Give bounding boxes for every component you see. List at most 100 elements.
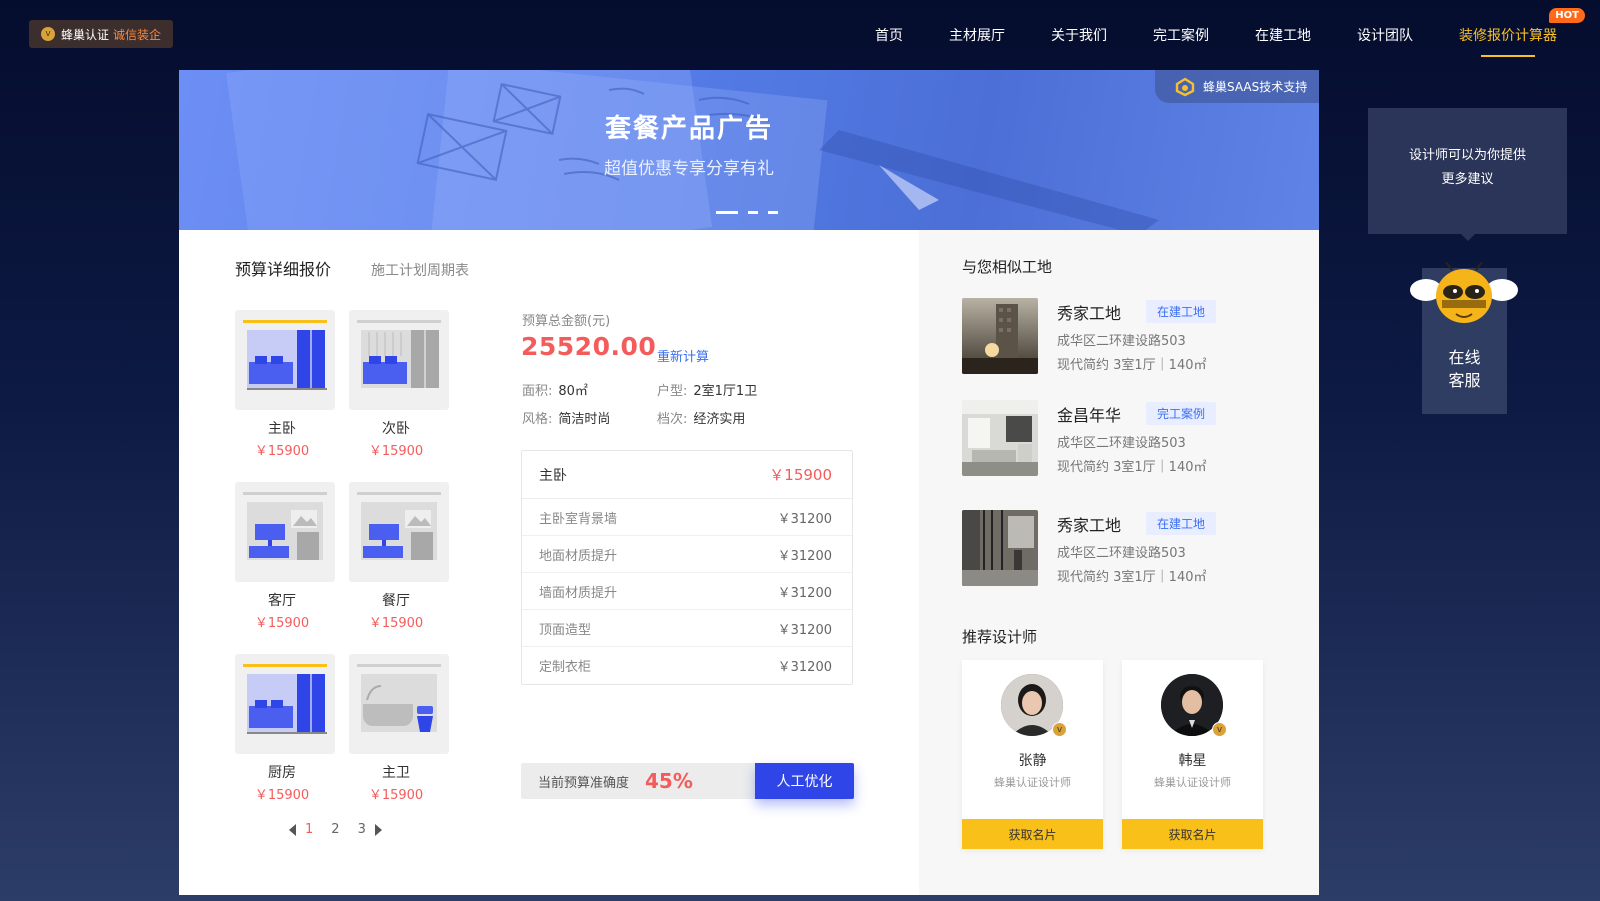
saas-label: 蜂巢SAAS技术支持 <box>1203 80 1308 94</box>
room-card[interactable]: 客厅 ￥15900 <box>235 482 335 631</box>
recalculate-link[interactable]: 重新计算 <box>657 346 709 365</box>
room-price: ￥15900 <box>368 788 424 803</box>
site-status-tag: 完工案例 <box>1146 402 1217 425</box>
bedroom-illustration <box>235 310 335 410</box>
room-price: ￥15900 <box>368 616 424 631</box>
spec-value: 2室1厅1卫 <box>693 384 758 399</box>
site-item[interactable]: 秀家工地 在建工地 成华区二环建设路503 现代简约 3室1厅｜140㎡ <box>962 298 1302 376</box>
room-card[interactable]: 主卧 ￥15900 <box>235 310 335 459</box>
bathroom-illustration <box>349 654 449 754</box>
cert-badge[interactable]: v 蜂巢认证 诚信装企 <box>29 20 173 48</box>
spec-key: 风格: <box>522 412 553 427</box>
site-status-tag: 在建工地 <box>1146 512 1217 535</box>
site-name: 秀家工地 <box>1057 304 1122 323</box>
living-room-illustration <box>235 482 335 582</box>
room-card[interactable]: 厨房 ￥15900 <box>235 654 335 803</box>
designer-tip-bubble: 设计师可以为你提供 更多建议 <box>1368 108 1567 241</box>
room-price: ￥15900 <box>368 444 424 459</box>
cs-line: 在线 <box>1448 348 1481 367</box>
hot-badge: HOT <box>1549 8 1585 23</box>
site-status-tag: 在建工地 <box>1146 300 1217 323</box>
next-page-icon[interactable] <box>374 823 382 836</box>
site-meta: 现代简约 3室1厅｜140㎡ <box>1057 570 1207 585</box>
designer-title: 蜂巢认证设计师 <box>1154 776 1231 789</box>
kitchen-illustration <box>235 654 335 754</box>
room-card[interactable]: 次卧 ￥15900 <box>349 310 449 459</box>
page-number[interactable]: 2 <box>331 822 339 837</box>
nav-calculator-label: 装修报价计算器 <box>1459 28 1557 44</box>
item-name: 主卧室背景墙 <box>539 511 618 527</box>
spec-value: 简洁时尚 <box>558 412 611 427</box>
tab-budget-detail[interactable]: 预算详细报价 <box>235 256 331 280</box>
prev-page-icon[interactable] <box>289 823 296 836</box>
designer-card: v 张静 蜂巢认证设计师 获取名片 <box>962 660 1103 849</box>
room-price: ￥15900 <box>254 788 310 803</box>
room-name: 餐厅 <box>382 593 410 609</box>
main-panel: 套餐产品广告 超值优惠专享分享有礼 蜂巢SAAS技术支持 预算详细报价 施工计划… <box>179 70 1319 895</box>
spec-value: 经济实用 <box>693 412 746 427</box>
ad-banner[interactable]: 套餐产品广告 超值优惠专享分享有礼 蜂巢SAAS技术支持 <box>179 70 1319 230</box>
nav-team[interactable]: 设计团队 <box>1357 0 1413 70</box>
table-row: 地面材质提升 ￥31200 <box>522 536 852 573</box>
room-name: 厨房 <box>268 765 296 781</box>
item-name: 定制衣柜 <box>539 660 592 675</box>
nav-cases[interactable]: 完工案例 <box>1153 0 1209 70</box>
room-name: 主卫 <box>382 765 410 781</box>
nav-sites[interactable]: 在建工地 <box>1255 0 1311 70</box>
table-row: 定制衣柜 ￥31200 <box>522 647 852 684</box>
site-address: 成华区二环建设路503 <box>1057 334 1186 349</box>
nav-about[interactable]: 关于我们 <box>1051 0 1107 70</box>
nav-menu: 首页 主材展厅 关于我们 完工案例 在建工地 设计团队 装修报价计算器 HOT <box>852 0 1585 70</box>
spec-area: 面积: 80㎡ <box>522 380 588 399</box>
accuracy-value: 45% <box>645 769 693 793</box>
budget-tabs: 预算详细报价 施工计划周期表 <box>235 256 509 280</box>
site-photo <box>962 298 1038 374</box>
site-photo <box>962 510 1038 586</box>
banner-subtitle: 超值优惠专享分享有礼 <box>604 159 774 179</box>
table-row: 顶面造型 ￥31200 <box>522 610 852 647</box>
bee-mascot-icon <box>1410 262 1518 323</box>
get-card-button[interactable]: 获取名片 <box>962 819 1103 849</box>
verified-icon: v <box>1212 722 1227 737</box>
tab-schedule[interactable]: 施工计划周期表 <box>371 260 469 280</box>
room-price: ￥15900 <box>254 616 310 631</box>
page-number[interactable]: 1 <box>305 822 313 837</box>
page-number[interactable]: 3 <box>358 822 366 837</box>
cert-highlight: 诚信装企 <box>113 27 162 42</box>
site-name: 秀家工地 <box>1057 516 1122 535</box>
designer-title: 蜂巢认证设计师 <box>994 776 1071 789</box>
budget-total: 25520.00 <box>521 332 657 361</box>
item-name: 墙面材质提升 <box>539 585 618 601</box>
banner-dot[interactable] <box>748 211 758 214</box>
get-card-button[interactable]: 获取名片 <box>1122 819 1263 849</box>
site-address: 成华区二环建设路503 <box>1057 546 1186 561</box>
nav-materials[interactable]: 主材展厅 <box>949 0 1005 70</box>
site-item[interactable]: 秀家工地 在建工地 成华区二环建设路503 现代简约 3室1厅｜140㎡ <box>962 510 1302 588</box>
item-price: ￥31200 <box>777 660 832 675</box>
site-photo <box>962 400 1038 476</box>
designer-name: 韩星 <box>1178 753 1207 769</box>
item-name: 地面材质提升 <box>539 548 618 564</box>
site-name: 金昌年华 <box>1057 406 1122 425</box>
site-item[interactable]: 金昌年华 完工案例 成华区二环建设路503 现代简约 3室1厅｜140㎡ <box>962 400 1302 478</box>
banner-dot[interactable] <box>768 211 778 214</box>
designer-card: v 韩星 蜂巢认证设计师 获取名片 <box>1122 660 1263 849</box>
budget-label: 预算总金额(元) <box>522 314 611 329</box>
room-card[interactable]: 餐厅 ￥15900 <box>349 482 449 631</box>
nav-calculator[interactable]: 装修报价计算器 HOT <box>1459 0 1585 70</box>
table-header-row: 主卧 ￥15900 <box>522 451 852 499</box>
verified-icon: v <box>1052 722 1067 737</box>
manual-optimize-button[interactable]: 人工优化 <box>755 763 854 799</box>
banner-indicator <box>716 211 778 214</box>
nav-home[interactable]: 首页 <box>875 0 903 70</box>
banner-title: 套餐产品广告 <box>604 114 773 144</box>
banner-dot[interactable] <box>716 211 738 214</box>
room-price: ￥15900 <box>254 444 310 459</box>
spec-key: 档次: <box>657 412 688 427</box>
spec-value: 80㎡ <box>558 384 588 399</box>
similar-sites-title: 与您相似工地 <box>962 258 1053 276</box>
cert-label: 蜂巢认证 <box>61 27 110 42</box>
spec-key: 面积: <box>522 384 553 399</box>
dining-room-illustration <box>349 482 449 582</box>
room-card[interactable]: 主卫 ￥15900 <box>349 654 449 803</box>
